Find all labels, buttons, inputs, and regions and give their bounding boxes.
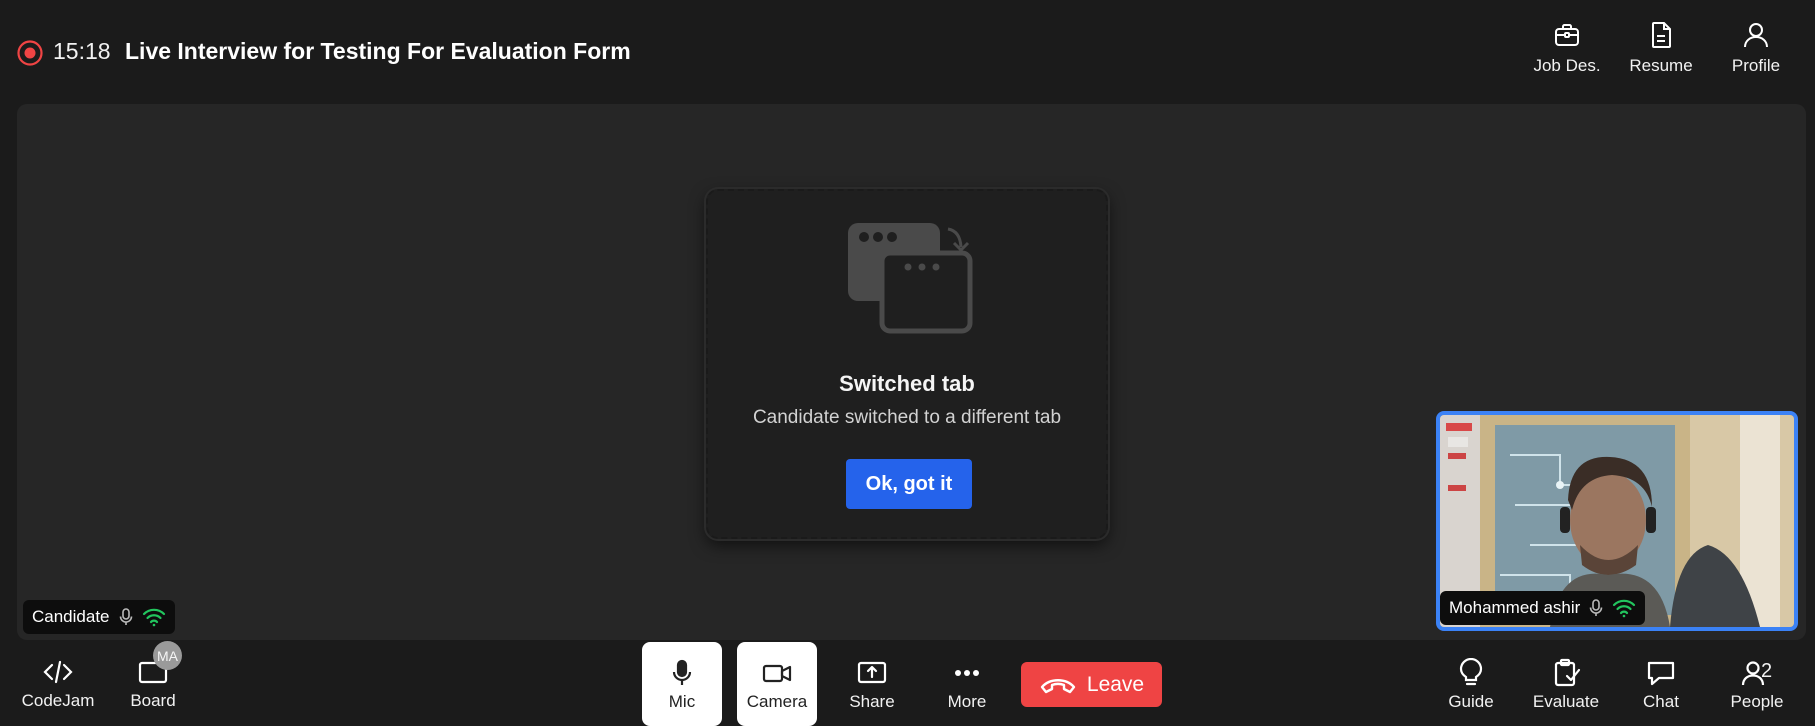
mic-icon: [1590, 599, 1603, 616]
resume-label: Resume: [1629, 56, 1693, 75]
signal-strength-icon: [142, 608, 165, 627]
people-button[interactable]: People: [1717, 658, 1797, 712]
interview-timer: 15:18: [53, 38, 111, 64]
signal-strength-icon: [1613, 599, 1636, 618]
hang-up-icon: [1040, 678, 1076, 693]
document-icon: [1652, 22, 1671, 48]
people-label: People: [1730, 692, 1784, 711]
share-screen-button[interactable]: Share: [832, 658, 912, 712]
profile-button[interactable]: Profile: [1725, 20, 1787, 84]
switched-tab-dialog: Switched tab Candidate switched to a dif…: [706, 189, 1108, 539]
camera-button[interactable]: Camera: [737, 642, 817, 726]
guide-button[interactable]: Guide: [1431, 658, 1511, 712]
more-label: More: [947, 692, 987, 711]
briefcase-icon: [1555, 24, 1579, 46]
user-icon: [1744, 23, 1768, 48]
ok-got-it-button[interactable]: Ok, got it: [846, 459, 972, 509]
candidate-label: Candidate: [32, 607, 110, 626]
self-name-tag: Mohammed ashir: [1440, 591, 1646, 625]
participant-name: Mohammed ashir: [1449, 598, 1581, 617]
dialog-title: Switched tab: [839, 371, 975, 396]
share-label: Share: [849, 692, 895, 711]
camera-label: Camera: [746, 692, 808, 711]
participant-count: 2: [1761, 660, 1773, 682]
profile-label: Profile: [1731, 56, 1781, 75]
candidate-name-tag: Candidate: [23, 600, 175, 634]
board-user-avatar: MA: [153, 641, 182, 670]
video-camera-icon: [762, 664, 792, 683]
clipboard-check-icon: [1554, 658, 1581, 687]
meeting-title: Live Interview for Testing For Evaluatio…: [125, 38, 631, 64]
chat-button[interactable]: Chat: [1621, 658, 1701, 712]
mic-button[interactable]: Mic: [642, 642, 722, 726]
lightbulb-icon: [1459, 658, 1483, 686]
mic-label: Mic: [668, 692, 696, 711]
mic-icon: [119, 608, 132, 625]
codejam-label: CodeJam: [21, 691, 95, 710]
recording-icon: [17, 40, 43, 66]
resume-button[interactable]: Resume: [1626, 20, 1696, 84]
guide-label: Guide: [1448, 692, 1494, 711]
more-dots-icon: [955, 670, 979, 676]
chat-label: Chat: [1643, 692, 1679, 711]
job-description-button[interactable]: Job Des.: [1530, 20, 1604, 84]
evaluate-label: Evaluate: [1532, 692, 1600, 711]
top-bar: 15:18 Live Interview for Testing For Eva…: [0, 0, 1815, 104]
leave-button[interactable]: Leave: [1021, 662, 1162, 707]
dialog-message: Candidate switched to a different tab: [752, 407, 1062, 428]
job-description-label: Job Des.: [1533, 56, 1601, 75]
more-button[interactable]: More: [927, 658, 1007, 712]
share-screen-icon: [857, 661, 887, 684]
board-label: Board: [130, 691, 176, 710]
self-video-tile[interactable]: Mohammed ashir: [1436, 411, 1798, 631]
codejam-button[interactable]: CodeJam: [18, 657, 98, 711]
leave-label: Leave: [1086, 672, 1145, 696]
code-icon: [43, 660, 73, 684]
switch-tab-icon: [848, 223, 973, 334]
microphone-icon: [672, 659, 692, 685]
chat-bubble-icon: [1647, 661, 1675, 686]
evaluate-button[interactable]: Evaluate: [1525, 658, 1607, 712]
